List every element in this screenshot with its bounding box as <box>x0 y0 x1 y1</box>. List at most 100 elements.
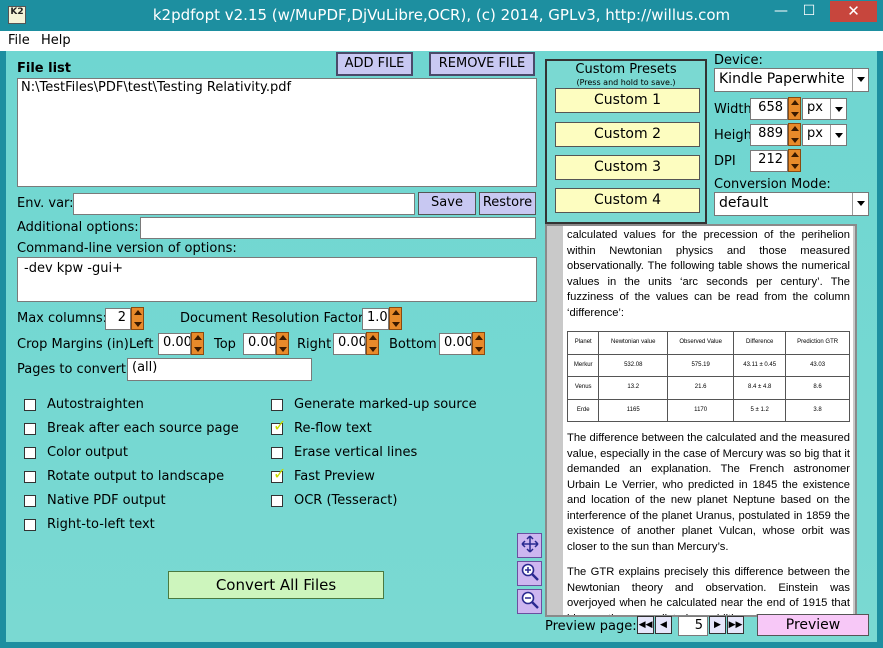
preview-paragraph: calculated values for the precession of … <box>567 229 850 319</box>
conversion-mode-value: default <box>719 195 769 211</box>
cmdline-textbox[interactable]: -dev kpw -gui+ <box>17 257 537 302</box>
remove-file-button[interactable]: REMOVE FILE <box>429 52 535 76</box>
fast-preview-label[interactable]: Fast Preview <box>294 469 375 484</box>
file-list-label: File list <box>17 61 71 76</box>
chevron-down-icon[interactable] <box>830 125 846 145</box>
preview-page-label: Preview page: <box>545 619 637 634</box>
add-file-button[interactable]: ADD FILE <box>336 52 413 76</box>
close-button[interactable]: ✕ <box>830 1 877 22</box>
max-columns-input[interactable]: 2 <box>105 308 131 330</box>
menu-help[interactable]: Help <box>41 33 71 48</box>
table-cell: 43.03 <box>785 353 850 377</box>
fast-preview-checkbox[interactable]: ✓ <box>271 464 286 483</box>
markup-source-checkbox[interactable] <box>271 399 283 411</box>
pages-input[interactable]: (all) <box>127 358 312 381</box>
chevron-down-icon[interactable] <box>830 99 846 119</box>
crop-top-label: Top <box>214 337 236 352</box>
convert-all-button[interactable]: Convert All Files <box>168 571 384 599</box>
custom-preset-4-button[interactable]: Custom 4 <box>555 188 700 213</box>
erase-lines-label[interactable]: Erase vertical lines <box>294 445 417 460</box>
reflow-checkbox[interactable]: ✓ <box>271 416 286 435</box>
crop-right-input[interactable]: 0.00 <box>333 333 366 355</box>
table-row: Erde 1165 1170 5 ± 1.2 3.8 <box>566 398 850 422</box>
height-unit-select[interactable]: px <box>802 124 847 146</box>
table-cell: 43.11 ± 0.45 <box>733 353 787 377</box>
crop-right-spinner[interactable] <box>366 332 379 355</box>
autostraighten-checkbox[interactable] <box>24 399 36 411</box>
landscape-label[interactable]: Rotate output to landscape <box>47 469 224 484</box>
dpi-input[interactable]: 212 <box>750 150 788 172</box>
height-input[interactable]: 889 <box>750 124 788 146</box>
crop-top-input[interactable]: 0.00 <box>243 333 276 355</box>
width-spinner[interactable] <box>788 97 801 120</box>
file-list-item[interactable]: N:\TestFiles\PDF\test\Testing Relativity… <box>21 80 533 95</box>
width-input[interactable]: 658 <box>750 98 788 120</box>
break-page-label[interactable]: Break after each source page <box>47 421 239 436</box>
zoom-out-icon[interactable] <box>517 589 542 614</box>
preview-page-input[interactable]: 5 <box>678 616 708 636</box>
crop-bottom-spinner[interactable] <box>472 332 485 355</box>
device-select[interactable]: Kindle Paperwhite <box>714 68 869 92</box>
table-cell: 5 ± 1.2 <box>733 398 787 422</box>
minimize-button[interactable]: — <box>768 1 794 22</box>
ocr-checkbox[interactable] <box>271 495 283 507</box>
ocr-label[interactable]: OCR (Tesseract) <box>294 493 397 508</box>
landscape-checkbox[interactable] <box>24 471 36 483</box>
color-output-checkbox[interactable] <box>24 447 36 459</box>
last-page-icon[interactable]: ▶▶ <box>727 616 744 634</box>
crop-bottom-input[interactable]: 0.00 <box>439 333 472 355</box>
autostraighten-label[interactable]: Autostraighten <box>47 397 144 412</box>
file-list-box[interactable]: N:\TestFiles\PDF\test\Testing Relativity… <box>17 78 537 187</box>
next-page-icon[interactable]: ▶ <box>709 616 726 634</box>
presets-title: Custom Presets <box>575 62 677 77</box>
first-page-icon[interactable]: ◀◀ <box>637 616 654 634</box>
custom-preset-3-button[interactable]: Custom 3 <box>555 155 700 180</box>
env-restore-button[interactable]: Restore <box>479 192 536 215</box>
color-output-label[interactable]: Color output <box>47 445 128 460</box>
max-columns-spinner[interactable] <box>131 307 144 330</box>
maximize-button[interactable]: ☐ <box>796 1 822 22</box>
break-page-checkbox[interactable] <box>24 423 36 435</box>
dpi-spinner[interactable] <box>788 149 801 172</box>
markup-source-label[interactable]: Generate marked-up source <box>294 397 477 412</box>
native-pdf-checkbox[interactable] <box>24 495 36 507</box>
rtl-text-label[interactable]: Right-to-left text <box>47 517 155 532</box>
conversion-mode-select[interactable]: default <box>714 192 869 216</box>
presets-subtitle: (Press and hold to save.) <box>576 78 676 87</box>
crop-left-spinner[interactable] <box>191 332 204 355</box>
chevron-down-icon[interactable] <box>852 193 868 215</box>
table-header: Difference <box>733 331 787 355</box>
resolution-spinner[interactable] <box>389 307 402 330</box>
rtl-text-checkbox[interactable] <box>24 519 36 531</box>
prev-page-icon[interactable]: ◀ <box>655 616 672 634</box>
crop-top-spinner[interactable] <box>276 332 289 355</box>
chevron-down-icon[interactable] <box>852 69 868 91</box>
resolution-input[interactable]: 1.0 <box>362 308 389 330</box>
table-cell: Merkur <box>566 353 600 377</box>
crop-left-input[interactable]: 0.00 <box>158 333 191 355</box>
fit-page-icon[interactable] <box>517 533 542 558</box>
table-cell: 575.19 <box>667 353 735 377</box>
custom-preset-1-button[interactable]: Custom 1 <box>555 88 700 113</box>
env-save-button[interactable]: Save <box>418 192 476 215</box>
menu-file[interactable]: File <box>8 33 30 48</box>
width-unit-select[interactable]: px <box>802 98 847 120</box>
reflow-label[interactable]: Re-flow text <box>294 421 372 436</box>
custom-preset-2-button[interactable]: Custom 2 <box>555 122 700 147</box>
preview-paragraph: The GTR explains precisely this differen… <box>567 566 850 615</box>
zoom-in-icon[interactable] <box>517 561 542 586</box>
height-unit-value: px <box>807 126 823 141</box>
env-var-input[interactable] <box>73 193 415 215</box>
height-spinner[interactable] <box>788 123 801 146</box>
native-pdf-label[interactable]: Native PDF output <box>47 493 166 508</box>
additional-options-label: Additional options: <box>17 220 139 235</box>
erase-lines-checkbox[interactable] <box>271 447 283 459</box>
crop-left-label: Left <box>129 337 154 352</box>
window-title: k2pdfopt v2.15 (w/MuPDF,DjVuLibre,OCR), … <box>152 6 731 24</box>
additional-options-input[interactable] <box>140 217 536 239</box>
preview-button[interactable]: Preview <box>757 614 869 636</box>
cmdline-label: Command-line version of options: <box>17 241 237 256</box>
title-bar[interactable]: K2 k2pdfopt v2.15 (w/MuPDF,DjVuLibre,OCR… <box>0 0 883 31</box>
preview-pane[interactable]: calculated values for the precession of … <box>545 224 857 617</box>
resolution-label: Document Resolution Factor: <box>180 311 368 326</box>
